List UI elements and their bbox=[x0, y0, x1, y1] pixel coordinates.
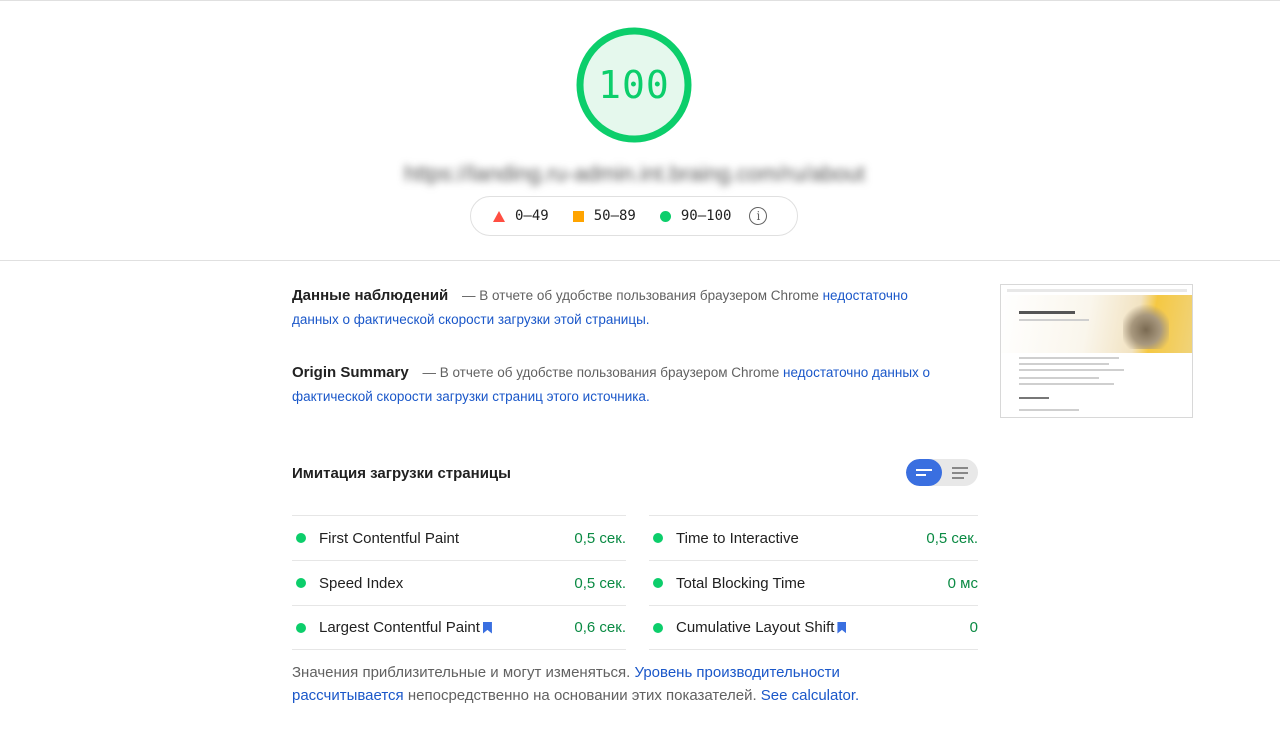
summary-view-button[interactable] bbox=[906, 459, 942, 486]
green-circle-icon bbox=[659, 210, 671, 222]
metric-label: Total Blocking Time bbox=[676, 574, 806, 592]
thumbnail-text-line bbox=[1019, 369, 1124, 371]
field-data-text: — В отчете об удобстве пользования брауз… bbox=[462, 288, 819, 303]
metric-largest-contentful-paint: Largest Contentful Paint 0,6 сек. bbox=[292, 605, 626, 650]
metrics-footnote: Значения приблизительные и могут изменят… bbox=[292, 661, 912, 707]
field-data-section: Данные наблюдений — В отчете об удобстве… bbox=[292, 284, 952, 332]
metrics-view-toggle bbox=[906, 459, 978, 486]
legend-range-label: 90–100 bbox=[680, 208, 732, 224]
metric-value: 0,5 сек. bbox=[574, 529, 626, 547]
thumbnail-hero-image bbox=[1123, 301, 1169, 349]
score-value: 100 bbox=[598, 63, 670, 107]
pass-dot-icon bbox=[653, 578, 663, 588]
metric-label: Largest Contentful Paint bbox=[319, 619, 480, 636]
section-divider bbox=[0, 260, 1280, 261]
thumbnail-text-line bbox=[1019, 383, 1114, 385]
pass-dot-icon bbox=[296, 533, 306, 543]
thumbnail-nav-bar bbox=[1007, 289, 1187, 292]
metric-label: Time to Interactive bbox=[676, 529, 799, 547]
expanded-list-icon bbox=[952, 466, 968, 479]
pass-dot-icon bbox=[296, 622, 306, 633]
metrics-column-left: First Contentful Paint 0,5 сек. Speed In… bbox=[292, 515, 626, 650]
metric-label-wrap: Largest Contentful Paint bbox=[319, 619, 574, 636]
performance-score-gauge: 100 bbox=[575, 26, 693, 144]
thumbnail-text-line bbox=[1019, 397, 1049, 399]
orange-square-icon bbox=[572, 210, 584, 222]
metric-first-contentful-paint: First Contentful Paint 0,5 сек. bbox=[292, 515, 626, 560]
legend-item-average: 50–89 bbox=[572, 208, 636, 224]
footnote-text: Значения приблизительные и могут изменят… bbox=[292, 664, 631, 681]
legend-item-fail: 0–49 bbox=[493, 208, 549, 224]
metric-value: 0 мс bbox=[947, 574, 978, 592]
metric-label-wrap: Cumulative Layout Shift bbox=[676, 619, 970, 636]
thumbnail-text-line bbox=[1019, 409, 1079, 411]
see-calculator-link[interactable]: See calculator. bbox=[761, 687, 859, 704]
legend-range-label: 0–49 bbox=[515, 208, 549, 224]
page-screenshot-thumbnail[interactable] bbox=[1000, 284, 1193, 418]
info-icon[interactable]: i bbox=[749, 207, 768, 225]
origin-summary-text: — В отчете об удобстве пользования брауз… bbox=[422, 365, 780, 380]
footnote-text: непосредственно на основании этих показа… bbox=[407, 687, 757, 704]
score-legend: 0–49 50–89 90–100 i bbox=[470, 196, 798, 236]
field-data-title: Данные наблюдений bbox=[292, 287, 449, 304]
compact-list-icon bbox=[916, 469, 932, 476]
legend-range-label: 50–89 bbox=[593, 208, 636, 224]
metric-value: 0,5 сек. bbox=[926, 529, 978, 547]
top-border bbox=[0, 0, 1280, 1]
tested-url: https://landing.ru-admin.int.braing.com/… bbox=[403, 161, 866, 186]
metric-value: 0 bbox=[969, 619, 978, 636]
metric-label: Cumulative Layout Shift bbox=[676, 619, 835, 636]
metric-speed-index: Speed Index 0,5 сек. bbox=[292, 560, 626, 605]
thumbnail-text-line bbox=[1019, 363, 1109, 365]
info-icon-glyph: i bbox=[756, 209, 761, 223]
metric-value: 0,5 сек. bbox=[574, 574, 626, 592]
pass-dot-icon bbox=[296, 578, 306, 588]
expanded-view-button[interactable] bbox=[942, 459, 978, 486]
metric-cumulative-layout-shift: Cumulative Layout Shift 0 bbox=[649, 605, 978, 650]
thumbnail-text-line bbox=[1019, 377, 1099, 379]
thumbnail-heading bbox=[1019, 311, 1075, 314]
origin-summary-section: Origin Summary — В отчете об удобстве по… bbox=[292, 361, 952, 409]
red-triangle-icon bbox=[493, 210, 505, 222]
bookmark-icon[interactable] bbox=[837, 621, 847, 634]
metric-label: Speed Index bbox=[319, 574, 404, 592]
origin-summary-title: Origin Summary bbox=[292, 364, 409, 381]
metric-value: 0,6 сек. bbox=[574, 619, 626, 636]
pass-dot-icon bbox=[653, 533, 663, 543]
metric-total-blocking-time: Total Blocking Time 0 мс bbox=[649, 560, 978, 605]
metric-label: First Contentful Paint bbox=[319, 529, 460, 547]
metrics-column-right: Time to Interactive 0,5 сек. Total Block… bbox=[649, 515, 978, 650]
legend-item-pass: 90–100 bbox=[659, 208, 732, 224]
lab-data-title: Имитация загрузки страницы bbox=[292, 465, 511, 482]
metric-time-to-interactive: Time to Interactive 0,5 сек. bbox=[649, 515, 978, 560]
thumbnail-text-line bbox=[1019, 357, 1119, 359]
bookmark-icon[interactable] bbox=[482, 621, 492, 634]
thumbnail-text-line bbox=[1019, 319, 1089, 321]
pass-dot-icon bbox=[653, 622, 663, 633]
